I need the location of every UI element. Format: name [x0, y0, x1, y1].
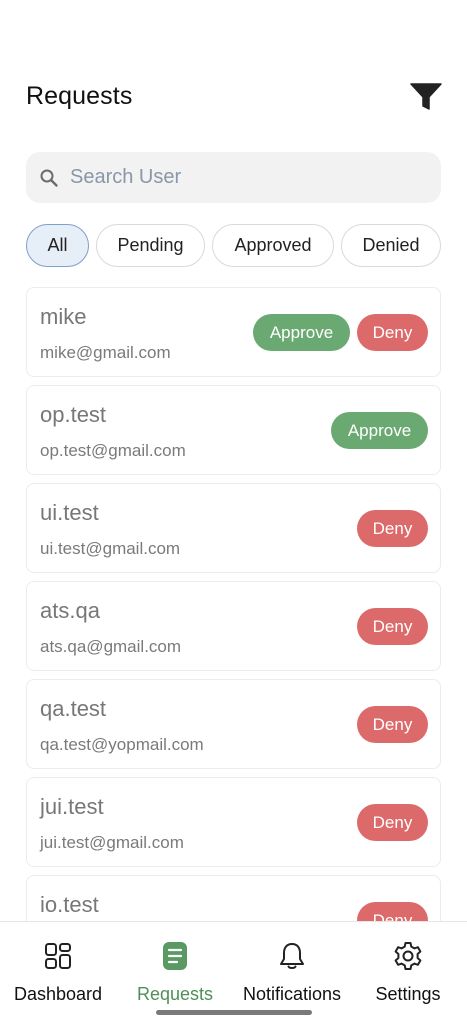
bell-icon [276, 940, 308, 972]
nav-label: Notifications [242, 984, 342, 1004]
request-card: jui.test jui.test@gmail.com Deny [26, 777, 441, 867]
user-name: jui.test [40, 794, 104, 819]
user-email: op.test@gmail.com [40, 441, 186, 460]
request-card: mike mike@gmail.com Approve Deny [26, 287, 441, 377]
nav-label: Dashboard [13, 984, 103, 1004]
bottom-nav: Dashboard Requests Notifications Setting… [0, 921, 467, 1024]
user-name: ui.test [40, 500, 99, 525]
nav-requests[interactable]: Requests [125, 922, 225, 1012]
user-name: ats.qa [40, 598, 100, 623]
gear-icon [392, 940, 424, 972]
nav-label: Requests [136, 984, 214, 1004]
request-card: qa.test qa.test@yopmail.com Deny [26, 679, 441, 769]
deny-button[interactable]: Deny [357, 902, 428, 921]
search-input[interactable] [70, 157, 400, 198]
header: Requests [0, 0, 467, 140]
deny-button[interactable]: Deny [357, 706, 428, 743]
deny-button[interactable]: Deny [357, 314, 428, 351]
requests-list: mike mike@gmail.com Approve Deny op.test… [26, 287, 441, 921]
request-card: op.test op.test@gmail.com Approve [26, 385, 441, 475]
home-indicator [156, 1010, 312, 1015]
nav-dashboard[interactable]: Dashboard [8, 922, 108, 1012]
nav-label: Settings [375, 984, 441, 1004]
app-screen: Requests All Pending Approved Denied mik… [0, 0, 467, 1024]
nav-notifications[interactable]: Notifications [232, 922, 352, 1012]
requests-icon [159, 940, 191, 972]
request-card: ats.qa ats.qa@gmail.com Deny [26, 581, 441, 671]
page-title: Requests [26, 82, 133, 110]
dashboard-icon [42, 940, 74, 972]
tab-denied[interactable]: Denied [341, 224, 441, 267]
search-icon [38, 167, 60, 189]
user-email: jui.test@gmail.com [40, 833, 184, 852]
filter-button[interactable] [406, 80, 446, 114]
user-name: io.test [40, 892, 99, 917]
approve-button[interactable]: Approve [253, 314, 350, 351]
deny-button[interactable]: Deny [357, 804, 428, 841]
deny-button[interactable]: Deny [357, 608, 428, 645]
request-card: io.test Deny [26, 875, 441, 921]
approve-button[interactable]: Approve [331, 412, 428, 449]
tab-approved[interactable]: Approved [212, 224, 334, 267]
user-email: ats.qa@gmail.com [40, 637, 182, 656]
user-name: op.test [40, 402, 107, 427]
nav-settings[interactable]: Settings [360, 922, 456, 1012]
search-bar[interactable] [26, 152, 441, 203]
tab-all[interactable]: All [26, 224, 89, 267]
filter-tabs: All Pending Approved Denied [26, 224, 446, 268]
user-name: mike [40, 304, 87, 329]
user-email: mike@gmail.com [40, 343, 171, 362]
filter-icon [410, 83, 442, 110]
user-email: qa.test@yopmail.com [40, 735, 204, 754]
user-name: qa.test [40, 696, 107, 721]
deny-button[interactable]: Deny [357, 510, 428, 547]
user-email: ui.test@gmail.com [40, 539, 181, 558]
request-card: ui.test ui.test@gmail.com Deny [26, 483, 441, 573]
tab-pending[interactable]: Pending [96, 224, 205, 267]
